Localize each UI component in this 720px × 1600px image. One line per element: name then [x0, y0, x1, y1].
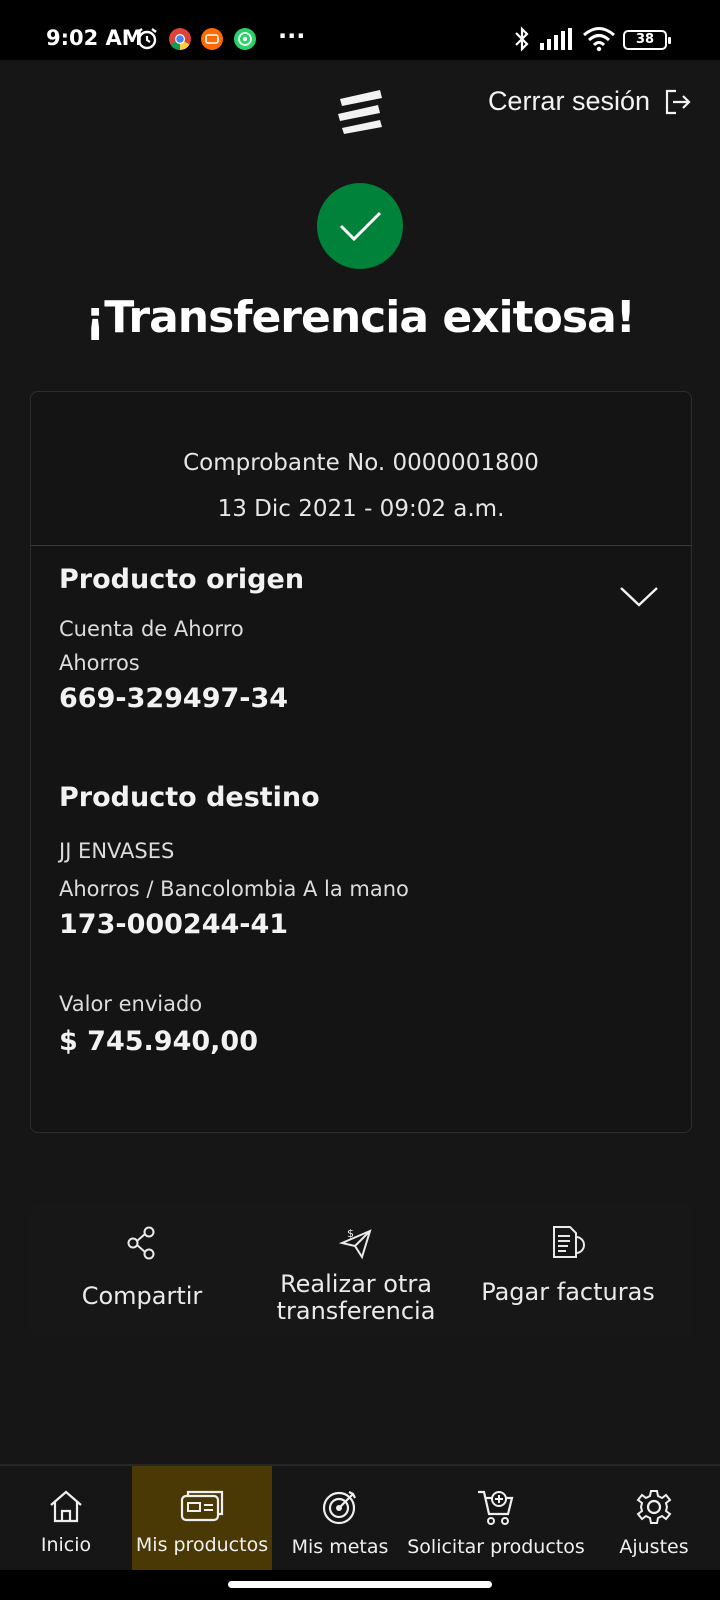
new-transfer-button[interactable]: $ Realizar otra transferencia [266, 1203, 446, 1325]
whatsapp-icon [234, 28, 256, 50]
share-label: Compartir [81, 1282, 203, 1310]
nav-item-inicio[interactable]: Inicio [24, 1466, 108, 1572]
success-badge [317, 183, 403, 269]
status-bar: 9:02 AM ··· 38 [0, 0, 720, 60]
bill-icon [553, 1226, 585, 1258]
alarm-icon [137, 28, 157, 50]
nav-item-ajustes[interactable]: Ajustes [608, 1466, 700, 1572]
origin-sub-type: Ahorros [59, 651, 140, 675]
nav-item-solicitar-productos[interactable]: Solicitar productos [404, 1466, 588, 1572]
bluetooth-icon [515, 26, 529, 52]
checkmark-icon [339, 211, 382, 242]
chrome-icon [169, 28, 191, 50]
gear-icon [636, 1490, 672, 1524]
destination-type: Ahorros / Bancolombia A la mano [59, 877, 409, 901]
new-transfer-label-2: transferencia [276, 1297, 436, 1325]
nav-label-mis-metas: Mis metas [291, 1536, 389, 1558]
nav-label-mis-productos: Mis productos [135, 1534, 269, 1556]
amount-label: Valor enviado [59, 992, 203, 1016]
wifi-icon [583, 27, 615, 52]
overflow-dots: ··· [278, 22, 306, 50]
wallet-icon [180, 1490, 224, 1522]
origin-account-type: Cuenta de Ahorro [59, 617, 244, 641]
pay-bills-label: Pagar facturas [481, 1278, 655, 1306]
destination-account-number: 173-000244-41 [59, 909, 289, 940]
share-button[interactable]: Compartir [72, 1203, 212, 1310]
nav-item-mis-metas[interactable]: Mis metas [288, 1466, 392, 1572]
nav-label-ajustes: Ajustes [619, 1536, 689, 1558]
origin-section: Producto origen Cuenta de Ahorro Ahorros… [59, 564, 663, 714]
destination-name: JJ ENVASES [59, 839, 175, 863]
svg-text:$: $ [347, 1227, 354, 1240]
voucher-number: Comprobante No. 0000001800 [183, 450, 539, 476]
nav-label-solicitar-productos: Solicitar productos [407, 1536, 585, 1558]
nav-item-mis-productos[interactable]: Mis productos [132, 1466, 272, 1572]
mi-app-icon [201, 28, 223, 50]
bancolombia-logo [338, 90, 382, 134]
receipt-header: Comprobante No. 0000001800 13 Dic 2021 -… [31, 392, 691, 546]
home-indicator[interactable] [228, 1581, 492, 1588]
origin-account-number: 669-329497-34 [59, 683, 289, 714]
origin-title: Producto origen [59, 564, 305, 595]
receipt-card: Comprobante No. 0000001800 13 Dic 2021 -… [30, 391, 692, 1133]
actions-panel: Compartir $ Realizar otra transferencia … [30, 1203, 692, 1337]
destination-section: Producto destino JJ ENVASES Ahorros / Ba… [59, 782, 663, 940]
battery-level: 38 [635, 32, 655, 47]
target-icon [322, 1491, 356, 1525]
send-money-icon: $ [338, 1227, 372, 1260]
page-title: ¡Transferencia exitosa! [85, 292, 636, 343]
pay-bills-button[interactable]: Pagar facturas [480, 1203, 656, 1306]
amount-value: $ 745.940,00 [59, 1026, 258, 1057]
share-icon [127, 1226, 155, 1260]
logout-label: Cerrar sesión [487, 86, 650, 116]
destination-title: Producto destino [59, 782, 320, 813]
logout-icon [665, 89, 691, 114]
amount-section: Valor enviado $ 745.940,00 [59, 992, 663, 1057]
battery-indicator: 38 [623, 30, 671, 50]
cart-icon [478, 1490, 514, 1525]
nav-label-inicio: Inicio [40, 1534, 92, 1556]
logout-button[interactable]: Cerrar sesión [488, 86, 692, 117]
status-time: 9:02 AM [46, 26, 143, 50]
home-icon [50, 1490, 82, 1523]
new-transfer-label-1: Realizar otra [280, 1270, 432, 1298]
transfer-datetime: 13 Dic 2021 - 09:02 a.m. [217, 496, 505, 522]
bottom-navigation: Inicio Mis productos Mis metas Solicitar… [0, 1464, 720, 1572]
signal-icon [540, 28, 572, 50]
